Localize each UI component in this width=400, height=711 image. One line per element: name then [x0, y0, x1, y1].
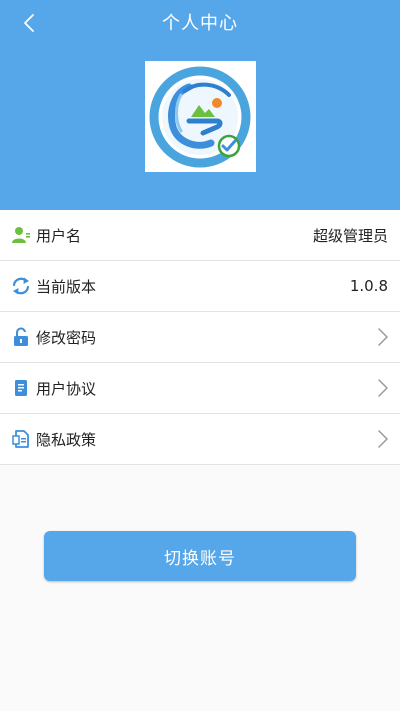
- refresh-icon: [11, 276, 31, 296]
- list-item-label: 用户名: [36, 226, 82, 245]
- document-icon: [11, 378, 31, 398]
- username-value: 超级管理员: [312, 226, 388, 245]
- app-logo: [145, 61, 256, 172]
- version-value: 1.0.8: [349, 277, 388, 295]
- policy-icon: [11, 429, 31, 449]
- chevron-right-icon: [378, 430, 388, 448]
- unlock-icon: [11, 327, 31, 347]
- user-icon: [11, 225, 31, 245]
- app-logo-g-icon: [149, 66, 251, 168]
- header-bar: 个人中心: [0, 0, 400, 210]
- list-item-label: 隐私政策: [36, 430, 97, 449]
- page-title: 个人中心: [162, 13, 238, 34]
- list-item-label: 修改密码: [36, 328, 97, 347]
- list-item-user-agreement[interactable]: 用户协议: [0, 363, 400, 414]
- profile-page: 个人中心 用户名 超级管理员 当前版本 1.0.8 修改密码 用户协议 隐私政策…: [0, 0, 400, 711]
- list-item-label: 用户协议: [36, 379, 97, 398]
- chevron-right-icon: [378, 328, 388, 346]
- settings-list: 用户名 超级管理员 当前版本 1.0.8 修改密码 用户协议 隐私政策: [0, 210, 400, 465]
- list-item-label: 当前版本: [36, 277, 97, 296]
- chevron-right-icon: [378, 379, 388, 397]
- switch-account-button[interactable]: 切换账号: [44, 531, 356, 581]
- list-item-username: 用户名 超级管理员: [0, 210, 400, 261]
- list-item-version: 当前版本 1.0.8: [0, 261, 400, 312]
- list-item-change-password[interactable]: 修改密码: [0, 312, 400, 363]
- list-item-privacy-policy[interactable]: 隐私政策: [0, 414, 400, 465]
